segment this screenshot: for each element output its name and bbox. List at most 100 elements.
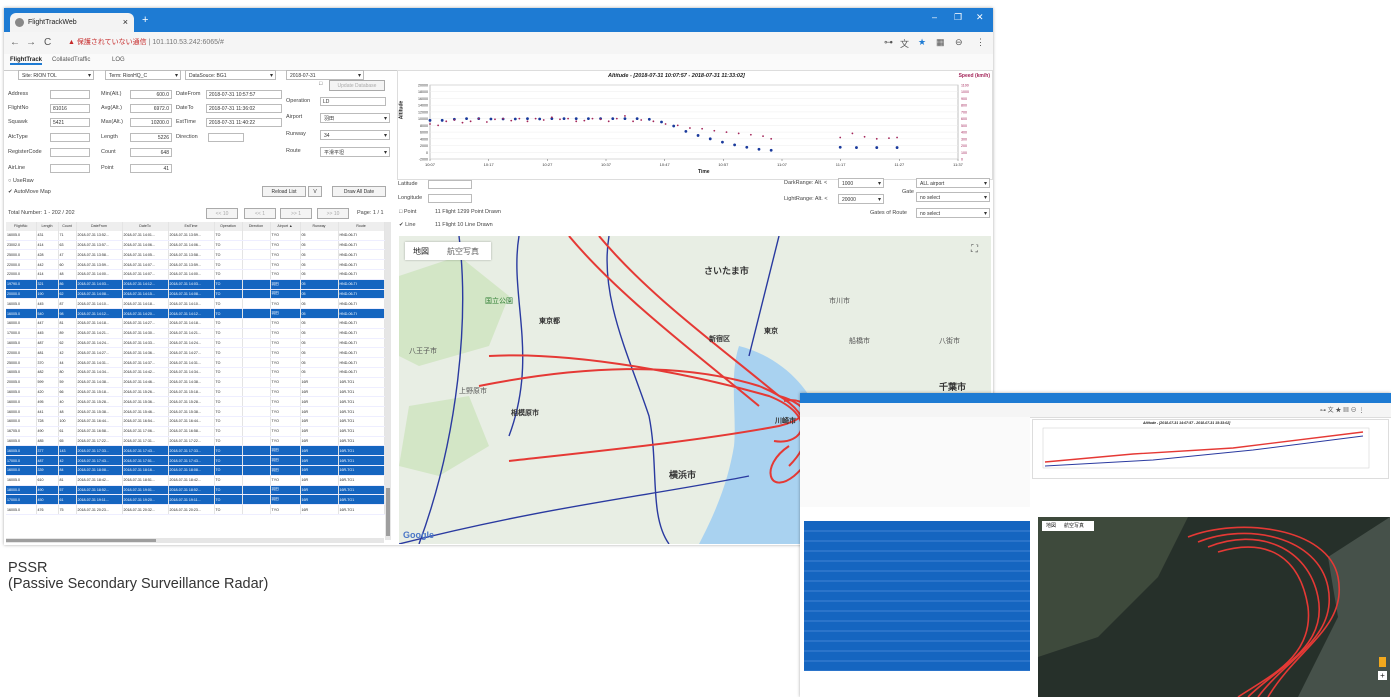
second-map-tab-satellite[interactable]: 航空写真 bbox=[1064, 522, 1084, 529]
table-row[interactable]: 17000.0 445 89 2018-07-31 14:21... 2018-07-3… bbox=[6, 328, 385, 339]
browser-tab[interactable]: FlightTrackWeb × bbox=[10, 13, 134, 32]
second-map-tab-map[interactable]: 地図 bbox=[1046, 522, 1056, 529]
tab-log[interactable]: LOG bbox=[112, 57, 125, 63]
map-tab-map[interactable]: 地図 bbox=[413, 246, 429, 257]
update-database-button[interactable]: Update Database bbox=[329, 80, 385, 91]
table-row[interactable]: 16000.0 441 48 2018-07-31 15:38... 2018-07-3… bbox=[6, 406, 385, 417]
column-header[interactable]: DateFrom bbox=[76, 222, 123, 231]
pager-last-button[interactable]: >> 10 bbox=[317, 208, 349, 219]
table-row[interactable]: 16005.0 476 75 2018-07-31 20:23... 2018-07-3… bbox=[6, 504, 385, 515]
table-row[interactable]: 23002.0 414 63 2018-07-31 13:57... 2018-07-3… bbox=[6, 240, 385, 251]
flightno-input[interactable]: 81016 bbox=[50, 104, 90, 113]
datasource-select[interactable]: DataSouce: BG1 bbox=[185, 70, 276, 81]
new-tab-button[interactable]: + bbox=[142, 14, 148, 26]
forward-icon[interactable]: → bbox=[26, 37, 36, 48]
lightrange-select[interactable]: 20000 bbox=[838, 194, 884, 205]
table-row[interactable]: 16005.0 431 71 2018-07-31 13:52... 2018-07-3… bbox=[6, 230, 385, 241]
minalt-input[interactable]: 600.0 bbox=[130, 90, 172, 99]
table-row[interactable]: 16005.0 482 80 2018-07-31 14:34... 2018-07-3… bbox=[6, 367, 385, 378]
close-tab-icon[interactable]: × bbox=[123, 13, 128, 32]
airport-select[interactable]: 羽田 bbox=[320, 113, 390, 124]
table-row[interactable]: 20005.0 599 59 2018-07-31 14:38... 2018-07-3… bbox=[6, 377, 385, 388]
v-button[interactable]: V bbox=[308, 186, 322, 197]
table-row[interactable]: 16000.0 447 81 2018-07-31 14:18... 2018-07-3… bbox=[6, 318, 385, 329]
darkrange-select[interactable]: 1000 bbox=[838, 178, 884, 189]
table-row[interactable]: 17000.0 487 42 2018-07-31 17:43... 2018-07-3… bbox=[6, 455, 385, 466]
column-header[interactable]: Runway bbox=[300, 222, 339, 231]
longitude-input[interactable] bbox=[428, 194, 472, 203]
pager-prev-button[interactable]: << 1 bbox=[244, 208, 276, 219]
column-header[interactable]: Route bbox=[338, 222, 385, 231]
key-icon[interactable]: ⊶ bbox=[884, 37, 893, 48]
line-checkbox[interactable]: ✔ Line bbox=[399, 222, 416, 228]
column-header[interactable]: DateTo bbox=[122, 222, 169, 231]
second-pegman-icon[interactable] bbox=[1379, 657, 1386, 667]
registercode-input[interactable] bbox=[50, 148, 90, 157]
gates-of-route-select[interactable]: no select bbox=[916, 208, 990, 219]
column-header[interactable]: Length bbox=[36, 222, 59, 231]
table-scrollbar[interactable] bbox=[385, 222, 391, 540]
extension-icon[interactable]: ▦ bbox=[936, 37, 945, 48]
minimize-icon[interactable]: – bbox=[932, 12, 937, 22]
update-db-checkbox[interactable]: □ bbox=[319, 81, 322, 87]
runway-select[interactable]: 34 bbox=[320, 130, 390, 141]
operation-input[interactable]: LD bbox=[320, 97, 386, 106]
gate-airport-select[interactable]: ALL airport bbox=[916, 178, 990, 189]
column-header[interactable]: Operation bbox=[214, 222, 243, 231]
table-row[interactable]: 16005.0 445 87 2018-07-31 14:10... 2018-07-3… bbox=[6, 298, 385, 310]
table-row[interactable]: 16005.0 420 66 2018-07-31 15:18... 2018-07-3… bbox=[6, 387, 385, 398]
pager-first-button[interactable]: << 10 bbox=[206, 208, 238, 219]
map-tab-satellite[interactable]: 航空写真 bbox=[447, 246, 479, 257]
count-input[interactable]: 648 bbox=[130, 148, 172, 157]
tab-flighttrack[interactable]: FlightTrack bbox=[10, 57, 43, 65]
close-window-icon[interactable]: ✕ bbox=[976, 12, 984, 23]
table-row[interactable]: 22000.0 414 48 2018-07-31 14:00... 2018-07-3… bbox=[6, 269, 385, 280]
datefrom-input[interactable]: 2018-07-31 10:57:57 bbox=[206, 90, 282, 99]
gate-select[interactable]: no select bbox=[916, 192, 990, 203]
scrollbar-thumb[interactable] bbox=[386, 488, 390, 536]
site-select[interactable]: Site: RION TOL bbox=[18, 70, 94, 81]
atctype-input[interactable] bbox=[50, 133, 90, 142]
hscrollbar-thumb[interactable] bbox=[6, 539, 156, 542]
squawk-input[interactable]: 5421 bbox=[50, 118, 90, 127]
airline-input[interactable] bbox=[50, 164, 90, 173]
pager-next-button[interactable]: >> 1 bbox=[280, 208, 312, 219]
translate-icon[interactable]: 文 bbox=[900, 37, 909, 50]
direction-input[interactable] bbox=[208, 133, 244, 142]
column-header[interactable]: Airport ▲ bbox=[270, 222, 301, 231]
maxalt-input[interactable]: 10200.0 bbox=[130, 118, 172, 127]
table-row[interactable]: 19790.0 321 86 2018-07-31 14:03... 2018-07-3… bbox=[6, 279, 385, 290]
table-row[interactable]: 18000.0 490 57 2018-07-31 18:52... 2018-07-3… bbox=[6, 485, 385, 496]
url-field[interactable]: ▲ 保護されていない通信 | 101.110.53.242:6065/# bbox=[68, 36, 224, 50]
column-header[interactable]: FlightNo bbox=[6, 222, 37, 231]
table-row[interactable]: 16005.0 487 62 2018-07-31 14:24... 2018-07-3… bbox=[6, 338, 385, 349]
tab-collatedtraffic[interactable]: CollatedTraffic bbox=[52, 57, 90, 63]
address-input[interactable] bbox=[50, 90, 90, 99]
term-select[interactable]: Term: RionHQ_C bbox=[105, 70, 181, 81]
date-select[interactable]: 2018-07-31 bbox=[286, 70, 364, 81]
table-row[interactable]: 25000.0 428 47 2018-07-31 13:58... 2018-07-3… bbox=[6, 249, 385, 261]
useraw-checkbox[interactable]: ○ UseRaw bbox=[8, 178, 34, 184]
table-row[interactable]: 17000.0 450 61 2018-07-31 19:11... 2018-07-3… bbox=[6, 494, 385, 506]
horizontal-scrollbar[interactable] bbox=[6, 538, 384, 543]
column-header[interactable]: Count bbox=[58, 222, 77, 231]
point-checkbox[interactable]: □ Point bbox=[399, 209, 416, 215]
back-icon[interactable]: ← bbox=[10, 37, 20, 48]
reload-icon[interactable]: C bbox=[44, 37, 51, 48]
fullscreen-icon[interactable]: ⛶ bbox=[971, 244, 978, 255]
account-icon[interactable]: ⊖ bbox=[955, 37, 963, 48]
draw-all-date-button[interactable]: Draw All Date bbox=[332, 186, 386, 197]
column-header[interactable]: Direction bbox=[242, 222, 271, 231]
table-row[interactable]: 16705.0 490 61 2018-07-31 16:58... 2018-07-3… bbox=[6, 426, 385, 437]
column-header[interactable]: EstTime bbox=[168, 222, 215, 231]
bookmark-star-icon[interactable]: ★ bbox=[918, 37, 926, 48]
latitude-input[interactable] bbox=[428, 180, 472, 189]
table-row[interactable]: 20000.0 190 62 2018-07-31 14:08... 2018-07-3… bbox=[6, 289, 385, 300]
length-input[interactable]: 5226 bbox=[130, 133, 172, 142]
table-row[interactable]: 22000.0 481 42 2018-07-31 14:27... 2018-07-3… bbox=[6, 347, 385, 359]
second-zoom-in-button[interactable]: + bbox=[1378, 671, 1387, 680]
table-row[interactable]: 16000.0 495 40 2018-07-31 15:28... 2018-07-3… bbox=[6, 396, 385, 408]
point-input[interactable]: 41 bbox=[130, 164, 172, 173]
esttime-input[interactable]: 2018-07-31 11:40:22 bbox=[206, 118, 282, 127]
table-row[interactable]: 16005.0 485 65 2018-07-31 17:22... 2018-07-3… bbox=[6, 436, 385, 447]
